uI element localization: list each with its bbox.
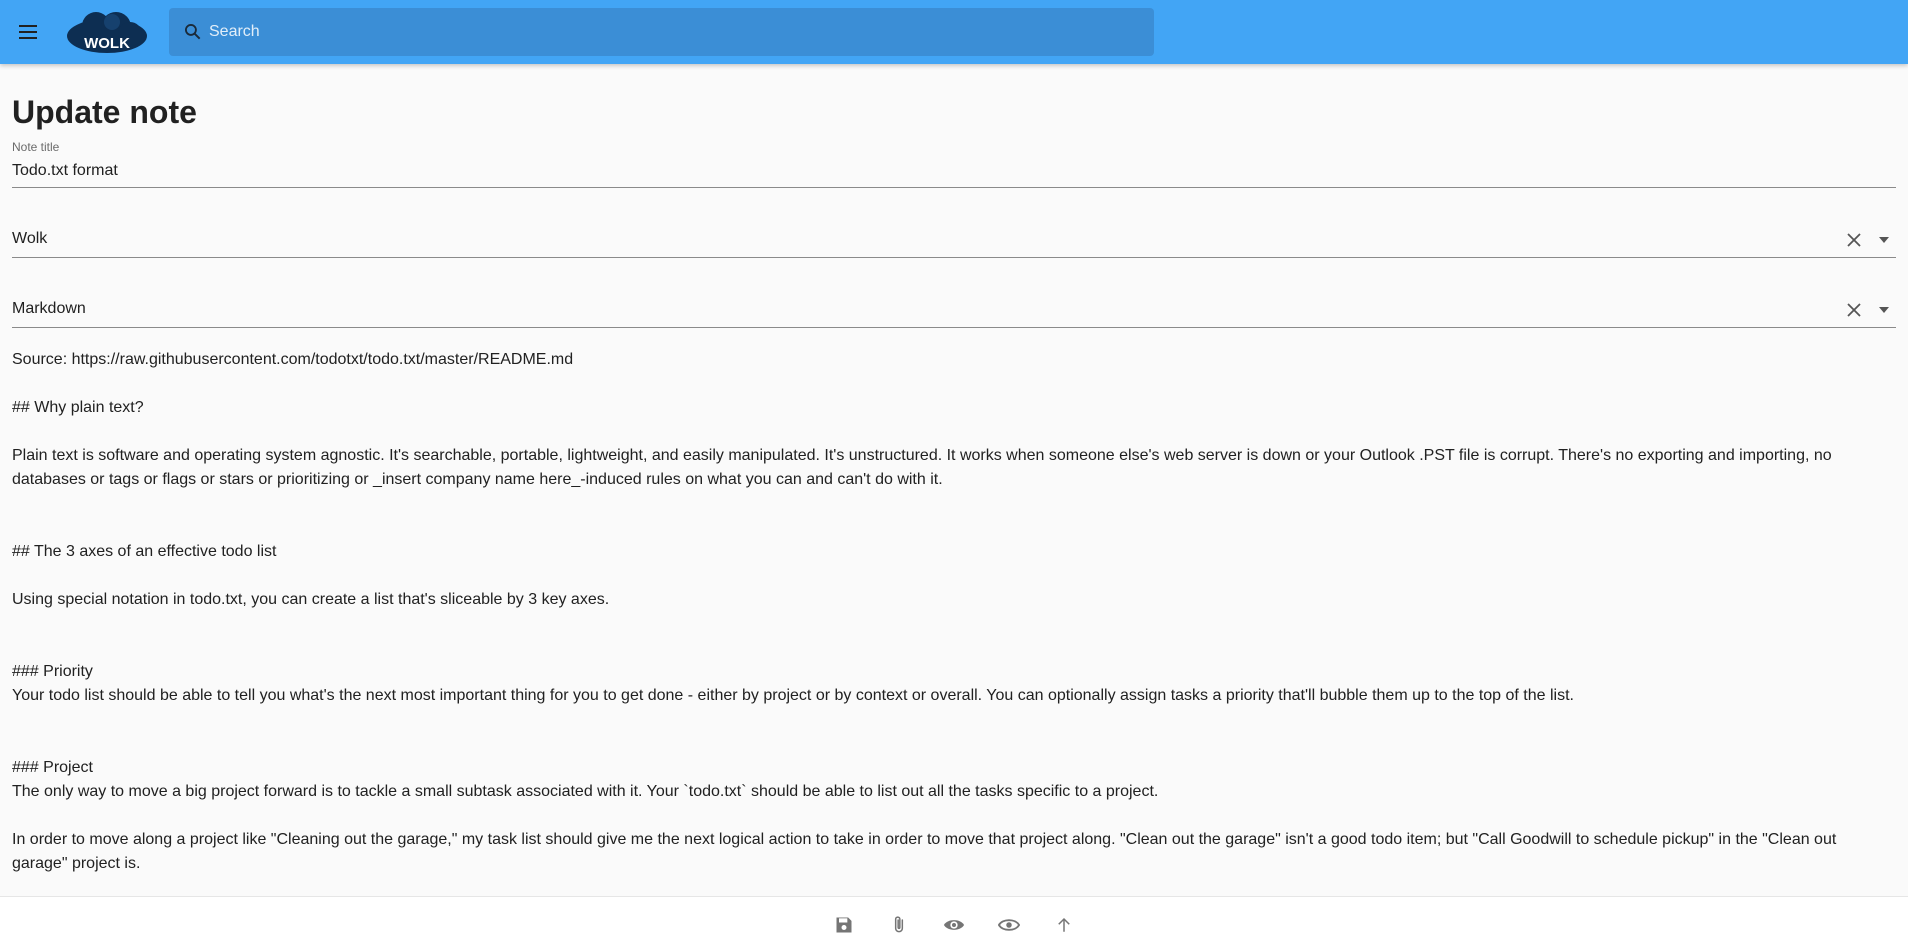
note-line (12, 516, 1896, 540)
note-line (12, 564, 1896, 588)
notebook-select-value[interactable]: Wolk (12, 230, 47, 248)
scroll-top-button[interactable] (1050, 911, 1078, 939)
note-title-label: Note title (12, 140, 60, 154)
menu-button[interactable] (12, 16, 44, 48)
note-line: ## The 3 axes of an effective todo list (12, 543, 277, 560)
note-line: ### Priority (12, 663, 93, 680)
preview-button[interactable] (940, 911, 968, 939)
app-logo[interactable]: WOLK (66, 10, 148, 54)
note-line (12, 492, 1896, 516)
attach-icon (894, 916, 904, 933)
note-line: Source: https://raw.githubusercontent.co… (12, 351, 574, 368)
view-icon (998, 919, 1020, 931)
note-title-field[interactable]: Note title Todo.txt format (12, 140, 1896, 188)
note-line: In order to move along a project like "C… (12, 831, 1841, 872)
format-clear-button[interactable] (1842, 298, 1866, 322)
search-bar[interactable] (169, 8, 1154, 56)
close-icon (1847, 233, 1861, 247)
save-icon (836, 917, 852, 933)
app-header: WOLK (0, 0, 1908, 64)
note-line (12, 732, 1896, 756)
bottom-toolbar (0, 896, 1908, 951)
caret-down-icon (1879, 307, 1889, 313)
search-icon (185, 24, 201, 40)
note-line: ### Project (12, 759, 93, 776)
note-line (12, 612, 1896, 636)
note-line (12, 804, 1896, 828)
caret-down-icon (1879, 237, 1889, 243)
menu-icon (19, 25, 37, 39)
cloud-logo-icon: WOLK (67, 12, 147, 53)
note-line (12, 420, 1896, 444)
notebook-clear-button[interactable] (1842, 228, 1866, 252)
view-button[interactable] (995, 911, 1023, 939)
format-dropdown-button[interactable] (1872, 298, 1896, 322)
notebook-select[interactable]: Wolk (12, 210, 1896, 258)
note-line (12, 372, 1896, 396)
note-line: Using special notation in todo.txt, you … (12, 591, 610, 608)
arrow-up-icon (1058, 917, 1070, 932)
format-select-value[interactable]: Markdown (12, 300, 86, 318)
logo-text: WOLK (84, 35, 130, 52)
notebook-dropdown-button[interactable] (1872, 228, 1896, 252)
search-input[interactable] (209, 8, 1139, 56)
note-line: ## Why plain text? (12, 399, 144, 416)
attach-button[interactable] (885, 911, 913, 939)
save-button[interactable] (830, 911, 858, 939)
note-line: Plain text is software and operating sys… (12, 447, 1837, 488)
note-line (12, 636, 1896, 660)
close-icon (1847, 303, 1861, 317)
format-select[interactable]: Markdown (12, 280, 1896, 328)
note-line: Your todo list should be able to tell yo… (12, 687, 1574, 704)
page-title: Update note (12, 94, 197, 130)
note-body-textarea[interactable]: Source: https://raw.githubusercontent.co… (12, 348, 1896, 948)
preview-icon (943, 920, 965, 930)
note-title-input[interactable]: Todo.txt format (12, 162, 118, 180)
note-line (12, 708, 1896, 732)
note-line: The only way to move a big project forwa… (12, 783, 1159, 800)
